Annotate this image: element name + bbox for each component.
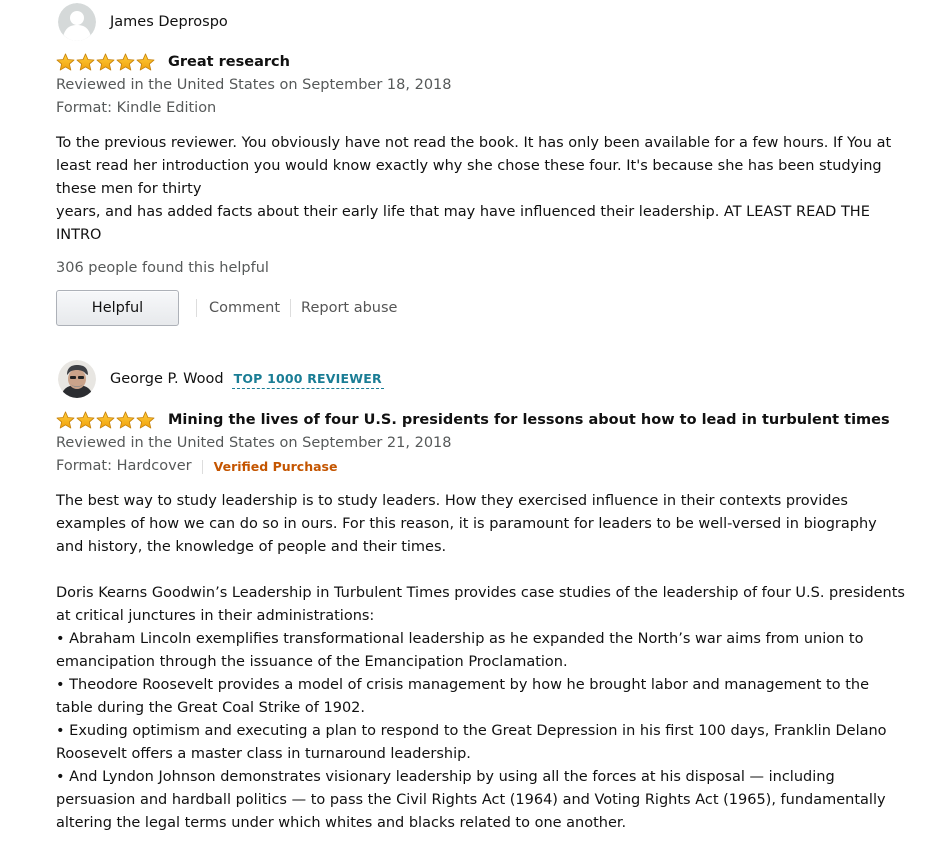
review-paragraph: Doris Kearns Goodwin’s Leadership in Tur… bbox=[56, 585, 905, 624]
review-body: To the previous reviewer. You obviously … bbox=[56, 132, 906, 247]
star-icon bbox=[136, 411, 155, 429]
review-list-item: • Abraham Lincoln exemplifies transforma… bbox=[56, 631, 864, 670]
star-icon bbox=[116, 53, 135, 71]
star-icon bbox=[76, 53, 95, 71]
review-date: Reviewed in the United States on Septemb… bbox=[56, 435, 452, 451]
review-card: George P. Wood TOP 1000 REVIEWER Mining … bbox=[56, 360, 906, 835]
photo-avatar-icon bbox=[58, 360, 96, 398]
reviewer-name[interactable]: George P. Wood bbox=[110, 371, 224, 387]
review-date: Reviewed in the United States on Septemb… bbox=[56, 77, 452, 93]
verified-purchase-badge[interactable]: Verified Purchase bbox=[214, 455, 338, 478]
review-list-item: • And Lyndon Johnson demonstrates vision… bbox=[56, 769, 886, 831]
star-rating[interactable] bbox=[56, 411, 155, 429]
star-icon bbox=[56, 411, 75, 429]
star-icon bbox=[56, 53, 75, 71]
star-icon bbox=[116, 411, 135, 429]
comment-link[interactable]: Comment bbox=[209, 300, 280, 316]
reviewer-name[interactable]: James Deprospo bbox=[110, 14, 228, 30]
helpful-button[interactable]: Helpful bbox=[56, 290, 179, 326]
divider bbox=[290, 299, 292, 317]
review-actions: Helpful Comment Report abuse bbox=[56, 290, 906, 326]
star-icon bbox=[76, 411, 95, 429]
divider bbox=[196, 299, 197, 317]
divider bbox=[201, 459, 203, 474]
star-rating[interactable] bbox=[56, 53, 155, 71]
review-paragraph: To the previous reviewer. You obviously … bbox=[56, 135, 892, 197]
reviewer-profile[interactable]: James Deprospo bbox=[56, 3, 906, 41]
star-icon bbox=[96, 53, 115, 71]
review-title[interactable]: Mining the lives of four U.S. presidents… bbox=[168, 412, 890, 428]
helpful-count: 306 people found this helpful bbox=[56, 260, 269, 276]
star-icon bbox=[136, 53, 155, 71]
review-list-item: • Theodore Roosevelt provides a model of… bbox=[56, 677, 870, 716]
review-paragraph: The best way to study leadership is to s… bbox=[56, 493, 877, 555]
review-title[interactable]: Great research bbox=[168, 54, 290, 70]
review-paragraph: years, and has added facts about their e… bbox=[56, 204, 870, 243]
review-format[interactable]: Format: Kindle Edition bbox=[56, 97, 216, 120]
report-abuse-link[interactable]: Report abuse bbox=[301, 300, 397, 316]
review-body: The best way to study leadership is to s… bbox=[56, 490, 906, 835]
review-list-item: • Exuding optimism and executing a plan … bbox=[56, 723, 887, 762]
star-icon bbox=[96, 411, 115, 429]
review-card: James Deprospo Great research Reviewed i… bbox=[56, 3, 906, 326]
reviewer-profile[interactable]: George P. Wood TOP 1000 REVIEWER bbox=[56, 360, 906, 398]
review-paragraph bbox=[56, 559, 906, 582]
review-format[interactable]: Format: Hardcover bbox=[56, 455, 192, 478]
top-reviewer-badge[interactable]: TOP 1000 REVIEWER bbox=[231, 370, 384, 389]
default-user-icon bbox=[58, 3, 96, 41]
